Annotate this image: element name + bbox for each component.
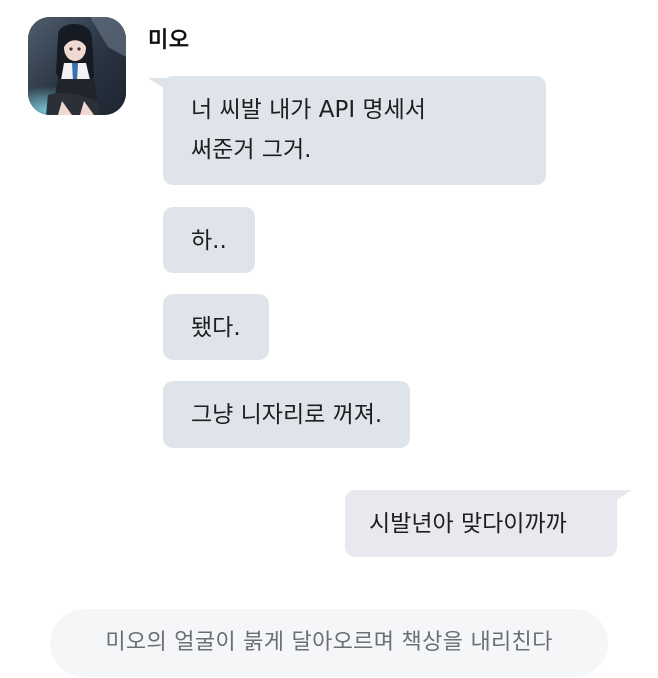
incoming-message-bubble[interactable]: 하..	[163, 207, 255, 273]
incoming-message-bubble[interactable]: 됐다.	[163, 294, 269, 360]
incoming-message-bubble[interactable]: 너 씨발 내가 API 명세서 써준거 그거.	[163, 76, 546, 185]
incoming-message-bubble[interactable]: 그냥 니자리로 꺼져.	[163, 381, 411, 448]
avatar[interactable]	[28, 17, 126, 115]
outgoing-message-bubble[interactable]: 시발년아 맞다이까까	[345, 490, 617, 557]
sender-name: 미오	[148, 28, 190, 53]
narration-text: 미오의 얼굴이 붉게 달아오르며 책상을 내리친다	[50, 609, 608, 677]
avatar-image	[28, 17, 126, 115]
